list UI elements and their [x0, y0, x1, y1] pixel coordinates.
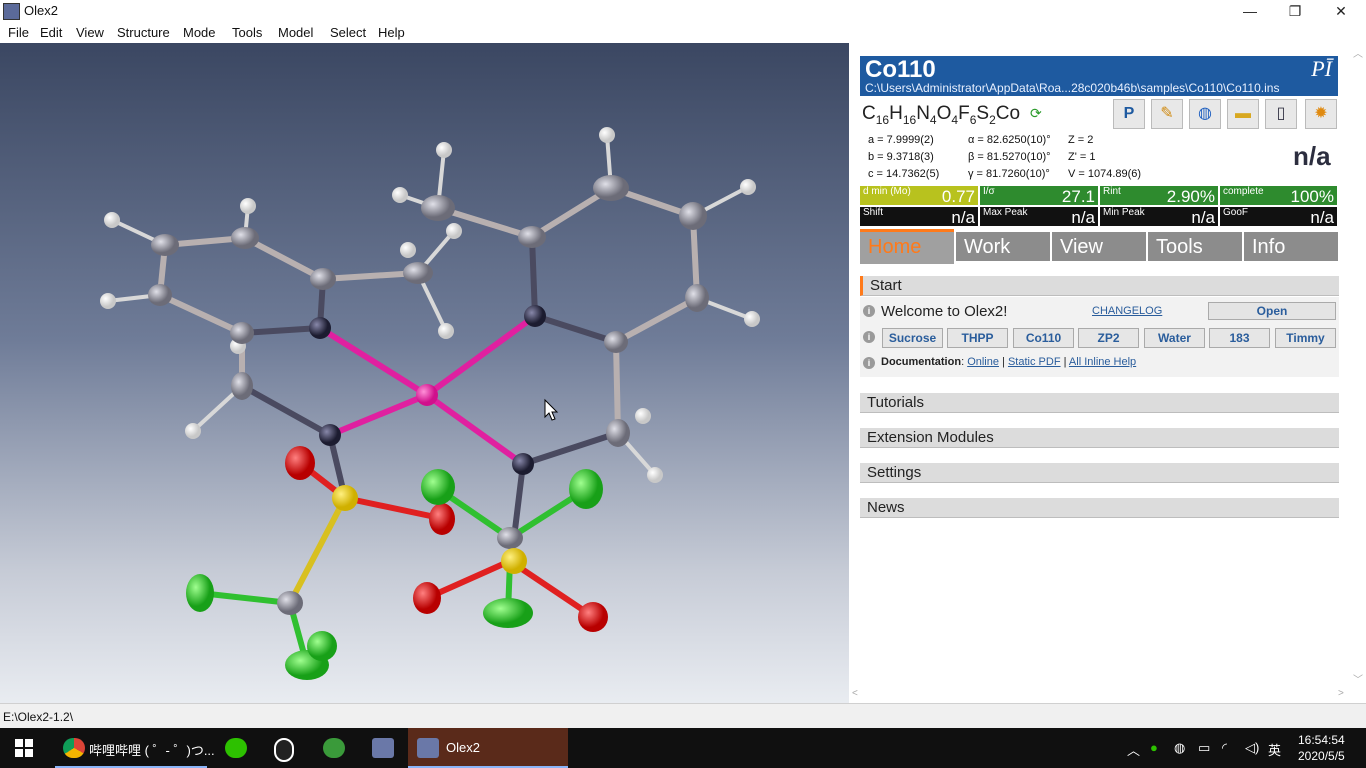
taskbar-olex2[interactable]: Olex2: [408, 728, 568, 768]
sample-thpp-button[interactable]: THPP: [947, 328, 1008, 348]
taskbar-chrome[interactable]: 哔哩哔哩 ( ゜- ゜)つ...: [55, 728, 215, 768]
structure-file-path: C:\Users\Administrator\AppData\Roa...28c…: [865, 81, 1280, 95]
section-tutorials[interactable]: Tutorials: [860, 393, 1339, 413]
tab-tools[interactable]: Tools: [1148, 232, 1242, 261]
notepad-icon[interactable]: ▯: [1265, 99, 1297, 129]
chemical-formula: C16H16N4O4F6S2Co: [862, 103, 1021, 127]
olex2-icon: [417, 738, 439, 758]
molecule-viewport[interactable]: >>|: [0, 43, 849, 703]
wechat-icon: [225, 738, 247, 758]
tray-wechat-icon[interactable]: ●: [1150, 740, 1158, 755]
status-bar: E:\Olex2-1.2\: [0, 703, 1366, 729]
structure-name: Co110: [865, 56, 936, 83]
taskbar-chemdraw[interactable]: [316, 728, 352, 768]
tab-home[interactable]: Home: [860, 229, 954, 264]
tray-network-icon[interactable]: ▭: [1198, 740, 1210, 756]
space-group: PĪ: [1311, 56, 1332, 81]
menu-help[interactable]: Help: [378, 25, 405, 40]
refresh-icon[interactable]: ⟳: [1030, 106, 1044, 120]
olex2-icon: [372, 738, 394, 758]
taskbar: 哔哩哔哩 ( ゜- ゜)つ... Olex2 ︿ ● ◍ ▭ ◜ ◁) 英 16…: [0, 728, 1366, 768]
sample-water-button[interactable]: Water: [1144, 328, 1205, 348]
close-button[interactable]: ✕: [1318, 0, 1364, 22]
sample-sucrose-button[interactable]: Sucrose: [882, 328, 943, 348]
doc-inline-help-link[interactable]: All Inline Help: [1069, 356, 1136, 368]
stat-dmin: d min (Mo) 0.77: [860, 186, 978, 206]
scroll-up-icon[interactable]: ︿: [1353, 45, 1363, 60]
tray-qq-icon[interactable]: ◍: [1174, 740, 1185, 756]
info-icon[interactable]: i: [863, 331, 875, 343]
stat-goof: GooF n/a: [1220, 207, 1337, 227]
status-path: E:\Olex2-1.2\: [3, 710, 74, 724]
scroll-down-icon[interactable]: ﹀: [1353, 671, 1363, 686]
chemdraw-icon: [323, 738, 345, 758]
chrome-icon: [63, 738, 85, 758]
stat-complete: complete 100%: [1220, 186, 1337, 206]
menu-edit[interactable]: Edit: [40, 25, 62, 40]
sample-co110-button[interactable]: Co110: [1013, 328, 1074, 348]
stat-max-peak: Max Peak n/a: [980, 207, 1098, 227]
sample-timmy-button[interactable]: Timmy: [1275, 328, 1336, 348]
panel-vertical-scrollbar[interactable]: ︿ ﹀: [1350, 43, 1366, 689]
section-settings[interactable]: Settings: [860, 463, 1339, 483]
info-icon[interactable]: i: [863, 305, 875, 317]
title-bar: Olex2 — ❐ ✕: [0, 0, 1366, 22]
panel-horizontal-scrollbar[interactable]: < >: [850, 688, 1350, 702]
sample-183-button[interactable]: 183: [1209, 328, 1270, 348]
menu-tools[interactable]: Tools: [232, 25, 262, 40]
stat-shift: Shift n/a: [860, 207, 978, 227]
taskbar-wechat[interactable]: [218, 728, 254, 768]
ime-indicator[interactable]: 英: [1268, 740, 1281, 759]
section-news[interactable]: News: [860, 498, 1339, 518]
molecule-structure[interactable]: [0, 43, 849, 703]
menu-view[interactable]: View: [76, 25, 104, 40]
welcome-text: Welcome to Olex2!: [881, 303, 1008, 320]
tab-work[interactable]: Work: [956, 232, 1050, 261]
open-button[interactable]: Open: [1208, 302, 1336, 320]
menu-select[interactable]: Select: [330, 25, 366, 40]
doc-static-pdf-link[interactable]: Static PDF: [1008, 356, 1061, 368]
doc-online-link[interactable]: Online: [967, 356, 999, 368]
folder-icon[interactable]: ▬: [1227, 99, 1259, 129]
tray-wifi-icon[interactable]: ◜: [1222, 740, 1227, 756]
stat-i-sigma: I/σ 27.1: [980, 186, 1098, 206]
sample-zp2-button[interactable]: ZP2: [1078, 328, 1139, 348]
menu-mode[interactable]: Mode: [183, 25, 216, 40]
menu-structure[interactable]: Structure: [117, 25, 170, 40]
menu-model[interactable]: Model: [278, 25, 313, 40]
scroll-right-icon[interactable]: >: [1338, 688, 1344, 699]
menu-file[interactable]: File: [8, 25, 29, 40]
maximize-button[interactable]: ❐: [1272, 0, 1318, 22]
taskbar-qq[interactable]: [266, 728, 302, 768]
pton-icon[interactable]: P: [1113, 99, 1145, 129]
mouse-cursor-icon: [544, 398, 559, 421]
globe-icon[interactable]: ◍: [1189, 99, 1221, 129]
start-button[interactable]: [0, 728, 48, 768]
stat-rint: Rint 2.90%: [1100, 186, 1218, 206]
stat-min-peak: Min Peak n/a: [1100, 207, 1218, 227]
structure-header: Co110 PĪ C:\Users\Administrator\AppData\…: [860, 56, 1338, 96]
r1-value: n/a: [1293, 141, 1331, 171]
scroll-left-icon[interactable]: <: [852, 688, 858, 699]
tab-info[interactable]: Info: [1244, 232, 1338, 261]
taskbar-clock[interactable]: 16:54:54 2020/5/5: [1298, 732, 1345, 764]
tray-chevron-icon[interactable]: ︿: [1127, 740, 1140, 759]
changelog-link[interactable]: CHANGELOG: [1092, 305, 1162, 317]
taskbar-olex2-other[interactable]: [365, 728, 401, 768]
olex2-app-icon: [3, 3, 20, 20]
windows-icon: [15, 739, 33, 757]
sun-settings-icon[interactable]: ✹: [1305, 99, 1337, 129]
window-title: Olex2: [24, 3, 58, 18]
tab-view[interactable]: View: [1052, 232, 1146, 261]
minimize-button[interactable]: —: [1227, 0, 1273, 22]
documentation-line: Documentation: Online | Static PDF | All…: [881, 356, 1137, 368]
pencil-icon[interactable]: ✎: [1151, 99, 1183, 129]
tray-volume-icon[interactable]: ◁): [1245, 740, 1259, 756]
section-extension-modules[interactable]: Extension Modules: [860, 428, 1339, 448]
qq-penguin-icon: [274, 738, 294, 762]
menu-bar: File Edit View Structure Mode Tools Mode…: [0, 22, 1366, 42]
section-start[interactable]: Start: [860, 276, 1339, 296]
info-icon[interactable]: i: [863, 357, 875, 369]
